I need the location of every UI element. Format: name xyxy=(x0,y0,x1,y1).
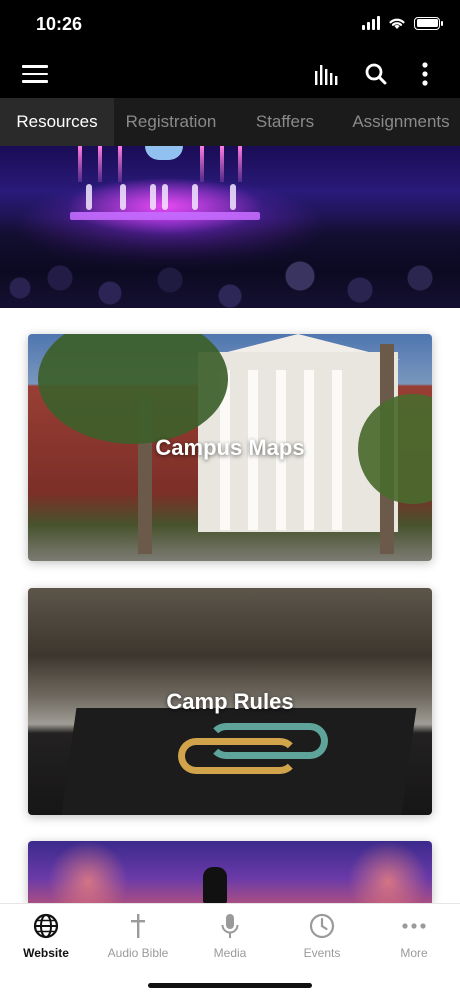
card-title-camp-rules: Camp Rules xyxy=(166,688,294,714)
nav-item-website[interactable]: Website xyxy=(0,904,92,966)
nav-item-audio-bible[interactable]: Audio Bible xyxy=(92,904,184,966)
clock-icon xyxy=(308,912,336,940)
cross-icon xyxy=(124,912,152,940)
more-vertical-icon[interactable] xyxy=(411,60,439,88)
nav-label-more: More xyxy=(400,946,428,960)
wifi-icon xyxy=(389,18,405,29)
status-time: 10:26 xyxy=(36,14,83,34)
resources-content: Campus Maps Camp Rules xyxy=(0,146,460,903)
camp-rules-card[interactable]: Camp Rules xyxy=(28,588,432,815)
tab-assignments[interactable]: Assignments xyxy=(342,98,460,146)
home-indicator xyxy=(148,983,312,988)
nav-label-audio-bible: Audio Bible xyxy=(107,946,169,960)
nav-item-media[interactable]: Media xyxy=(184,904,276,966)
nav-label-media: Media xyxy=(213,946,247,960)
bottom-nav: Website Audio Bible Media Events More xyxy=(0,903,460,996)
search-icon[interactable] xyxy=(362,60,390,88)
signal-icon xyxy=(362,16,380,30)
hero-image xyxy=(0,146,460,308)
nav-label-website: Website xyxy=(23,946,69,960)
nav-label-events: Events xyxy=(303,946,341,960)
tab-staffers[interactable]: Staffers xyxy=(228,98,342,146)
nav-item-events[interactable]: Events xyxy=(276,904,368,966)
more-horizontal-icon xyxy=(400,912,428,940)
tab-bar: Resources Registration Staffers Assignme… xyxy=(0,98,460,146)
tab-resources[interactable]: Resources xyxy=(0,98,114,146)
nav-item-more[interactable]: More xyxy=(368,904,460,966)
menu-icon[interactable] xyxy=(22,62,48,86)
status-icons xyxy=(362,16,443,30)
card-title-campus-maps: Campus Maps xyxy=(155,434,305,460)
tab-registration[interactable]: Registration xyxy=(114,98,228,146)
campus-maps-card[interactable]: Campus Maps xyxy=(28,334,432,561)
partial-card[interactable] xyxy=(28,841,432,903)
globe-icon xyxy=(32,912,60,940)
app-toolbar xyxy=(0,50,460,98)
bar-chart-icon[interactable] xyxy=(312,60,340,88)
microphone-icon xyxy=(216,912,244,940)
battery-icon xyxy=(414,16,443,30)
status-bar: 10:26 xyxy=(0,0,460,50)
